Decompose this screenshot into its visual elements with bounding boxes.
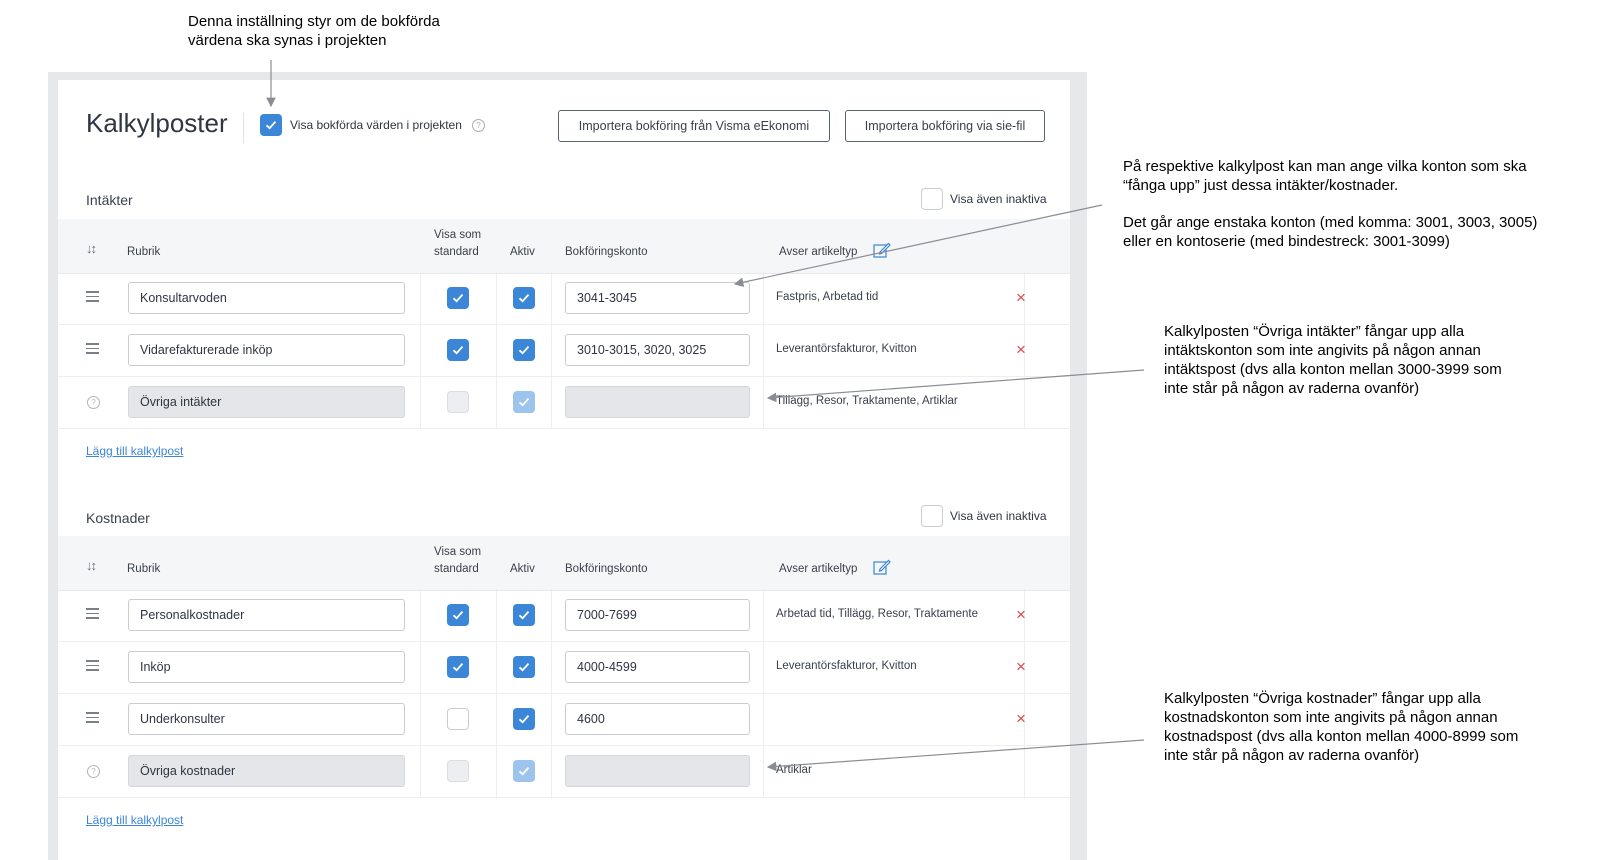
arrow-ovriga-intakter — [766, 369, 1145, 403]
annotation-arrows — [266, 60, 1145, 772]
arrow-konto — [733, 204, 1103, 287]
arrow-ovriga-kostnader — [766, 739, 1145, 772]
